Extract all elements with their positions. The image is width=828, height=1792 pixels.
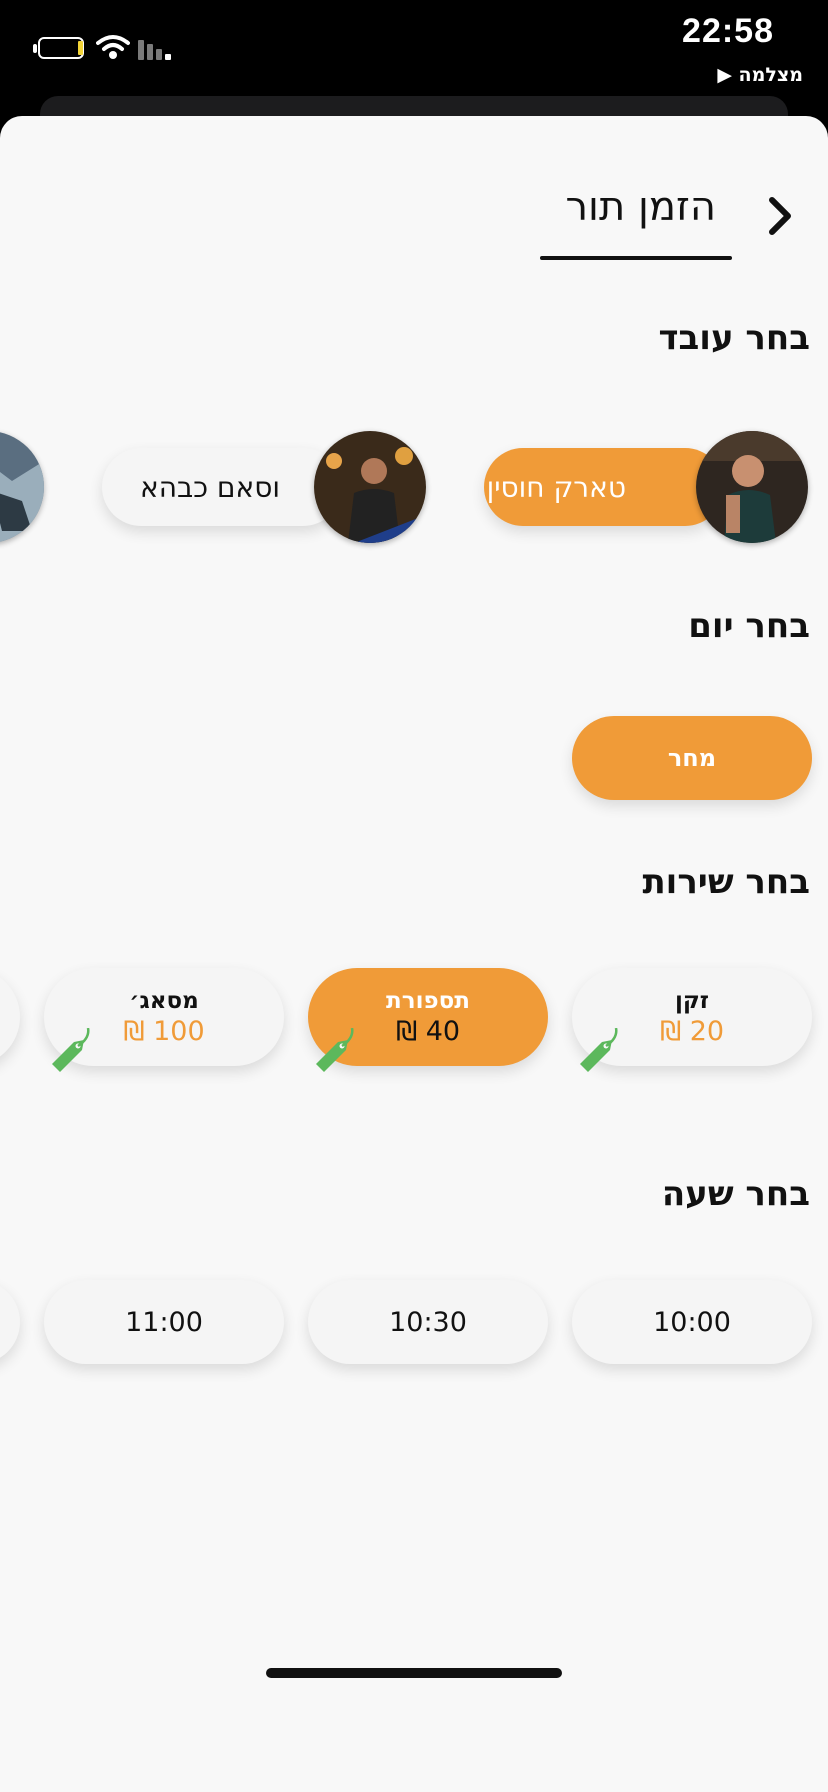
price-tag-icon bbox=[52, 1028, 90, 1072]
title-underline bbox=[540, 256, 732, 260]
avatar bbox=[0, 431, 44, 543]
wifi-icon bbox=[96, 35, 130, 59]
section-title-employee: בחר עובד bbox=[658, 318, 810, 358]
employee-name: וסאם כבהא bbox=[140, 470, 280, 504]
section-title-day: בחר יום bbox=[688, 606, 810, 646]
employee-card-tarek[interactable]: טארק חוסין bbox=[484, 448, 724, 526]
time-slot-1100[interactable]: 11:00 bbox=[44, 1280, 284, 1364]
cellular-signal-icon bbox=[138, 40, 171, 60]
home-indicator[interactable] bbox=[266, 1668, 562, 1678]
status-time: 22:58 bbox=[682, 12, 774, 50]
price-tag-icon bbox=[580, 1028, 618, 1072]
time-slot-more[interactable] bbox=[0, 1280, 20, 1364]
price-tag-icon bbox=[316, 1028, 354, 1072]
employee-name: טארק חוסין bbox=[486, 470, 626, 504]
section-title-service: בחר שירות bbox=[642, 862, 810, 902]
section-title-hour: בחר שעה bbox=[661, 1174, 810, 1214]
back-chevron-icon[interactable] bbox=[752, 186, 812, 246]
battery-level bbox=[78, 41, 83, 55]
battery-tip bbox=[33, 44, 37, 53]
service-price: 100 ₪ bbox=[123, 1015, 205, 1047]
booking-sheet: הזמן תור בחר עובד טארק חוסין וסאם כבהא ב… bbox=[0, 116, 828, 1792]
page-title: הזמן תור bbox=[565, 184, 716, 230]
service-price: 40 ₪ bbox=[395, 1015, 461, 1047]
service-price: 20 ₪ bbox=[659, 1015, 725, 1047]
employee-card-wisam[interactable]: וסאם כבהא bbox=[102, 448, 342, 526]
avatar bbox=[314, 431, 426, 543]
back-to-app-link[interactable]: מצלמה ▶ bbox=[717, 64, 803, 86]
service-name: מסאג׳ bbox=[129, 987, 199, 1014]
service-name: תספורת bbox=[386, 987, 470, 1014]
service-name: זקן bbox=[674, 987, 710, 1014]
time-slot-1000[interactable]: 10:00 bbox=[572, 1280, 812, 1364]
time-slot-1030[interactable]: 10:30 bbox=[308, 1280, 548, 1364]
service-card-more[interactable] bbox=[0, 968, 20, 1066]
avatar bbox=[696, 431, 808, 543]
day-option-tomorrow[interactable]: מחר bbox=[572, 716, 812, 800]
